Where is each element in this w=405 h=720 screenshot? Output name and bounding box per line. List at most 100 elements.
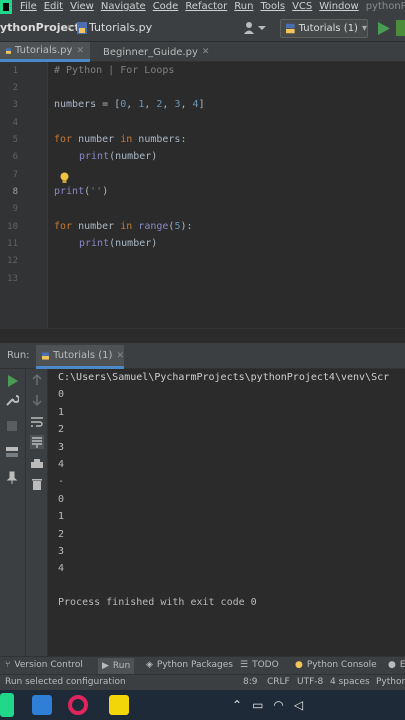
menu-code[interactable]: Code bbox=[153, 0, 179, 14]
line-number-gutter: 1 2 3 4 5 6 7 8 9 10 11 12 13 bbox=[0, 62, 48, 328]
menu-file[interactable]: File bbox=[20, 0, 37, 14]
tab-tutorials[interactable]: Tutorials.py ✕ bbox=[0, 42, 90, 62]
run-configuration-label: Tutorials (1) bbox=[298, 23, 358, 34]
volume-icon[interactable]: ◁ bbox=[294, 698, 303, 712]
scroll-to-end-icon[interactable] bbox=[30, 435, 44, 449]
navigation-toolbar: ythonProject4 › Tutorials.py Tutorials (… bbox=[0, 14, 405, 42]
code-number: 4 bbox=[192, 99, 199, 110]
run-panel: C:\Users\Samuel\PycharmProjects\pythonPr… bbox=[0, 369, 405, 656]
line-number: 2 bbox=[12, 83, 18, 93]
tool-label: Python Console bbox=[306, 660, 377, 670]
wifi-icon[interactable]: ◠ bbox=[273, 698, 283, 712]
tool-python-console[interactable]: ● Python Console bbox=[295, 660, 377, 670]
line-number: 10 bbox=[7, 222, 18, 232]
code-keyword: in bbox=[120, 221, 133, 232]
menu-navigate[interactable]: Navigate bbox=[101, 0, 146, 14]
play-icon: ▶ bbox=[102, 661, 109, 671]
interpreter[interactable]: Python bbox=[376, 677, 405, 687]
console-line: 3 bbox=[58, 442, 65, 453]
menu-refactor[interactable]: Refactor bbox=[185, 0, 227, 14]
run-configuration-select[interactable]: Tutorials (1) ▾ bbox=[280, 19, 368, 38]
wrench-icon[interactable] bbox=[5, 393, 19, 407]
layout-icon[interactable] bbox=[5, 445, 19, 459]
menu-vcs[interactable]: VCS bbox=[292, 0, 312, 14]
lightbulb-icon[interactable] bbox=[60, 172, 69, 184]
indent-setting[interactable]: 4 spaces bbox=[330, 677, 370, 687]
list-icon: ☰ bbox=[240, 660, 249, 670]
code-number: 3 bbox=[174, 99, 181, 110]
run-button[interactable] bbox=[378, 22, 390, 35]
menu-edit[interactable]: Edit bbox=[44, 0, 63, 14]
file-encoding[interactable]: UTF-8 bbox=[297, 677, 323, 687]
tool-python-packages[interactable]: ◈ Python Packages bbox=[146, 660, 233, 670]
close-icon[interactable]: ✕ bbox=[116, 351, 124, 361]
console-output[interactable]: C:\Users\Samuel\PycharmProjects\pythonPr… bbox=[58, 369, 405, 656]
pycharm-logo-icon bbox=[0, 0, 12, 14]
python-console-icon: ● bbox=[295, 660, 303, 670]
code-editor[interactable]: 1 2 3 4 5 6 7 8 9 10 11 12 13 # Python |… bbox=[0, 62, 405, 328]
menu-window[interactable]: Window bbox=[319, 0, 358, 14]
arrow-down-icon[interactable] bbox=[30, 393, 44, 407]
battery-icon[interactable]: ▭ bbox=[252, 698, 263, 712]
tool-version-control[interactable]: ⑂ Version Control bbox=[5, 660, 83, 670]
breadcrumb-project[interactable]: ythonProject4 bbox=[0, 21, 87, 34]
code-line-6: print(number) bbox=[79, 151, 157, 162]
line-number: 12 bbox=[7, 256, 18, 266]
line-separator[interactable]: CRLF bbox=[267, 677, 290, 687]
branch-icon: ⑂ bbox=[5, 660, 11, 670]
stop-icon[interactable] bbox=[5, 419, 19, 433]
pycharm-app-taskbar-icon[interactable] bbox=[109, 695, 129, 715]
chevron-up-icon[interactable]: ⌃ bbox=[232, 698, 242, 712]
code-builtin: print bbox=[79, 238, 110, 249]
breadcrumb-separator: › bbox=[67, 20, 72, 33]
photos-taskbar-icon[interactable] bbox=[32, 695, 52, 715]
line-number: 9 bbox=[12, 204, 18, 214]
code-line-8: print('') bbox=[54, 186, 108, 197]
tab-label: Tutorials.py bbox=[15, 45, 73, 56]
console-path: C:\Users\Samuel\PycharmProjects\pythonPr… bbox=[58, 372, 390, 383]
user-icon[interactable] bbox=[244, 22, 266, 34]
console-line: 2 bbox=[58, 529, 65, 540]
tool-todo[interactable]: ☰ TODO bbox=[240, 660, 279, 670]
tool-run[interactable]: ▶ Run bbox=[98, 658, 135, 674]
run-toolbar-primary bbox=[0, 369, 26, 656]
code-number: 1 bbox=[138, 99, 145, 110]
pin-icon[interactable] bbox=[5, 471, 19, 485]
code-token: ): bbox=[180, 221, 193, 232]
windows-taskbar: ⌃ ▭ ◠ ◁ bbox=[0, 690, 405, 720]
code-token: number bbox=[72, 134, 121, 145]
caret-position[interactable]: 8:9 bbox=[243, 677, 257, 687]
arrow-up-icon[interactable] bbox=[30, 373, 44, 387]
line-number: 3 bbox=[12, 100, 18, 110]
pycharm-taskbar-icon[interactable] bbox=[0, 693, 14, 717]
run-panel-header: Run: Tutorials (1) ✕ bbox=[0, 343, 405, 369]
tool-event-log[interactable]: ● E bbox=[388, 660, 405, 670]
python-config-icon bbox=[286, 23, 295, 34]
line-number: 5 bbox=[12, 135, 18, 145]
line-number: 6 bbox=[12, 152, 18, 162]
code-token: numbers = [ bbox=[54, 99, 121, 110]
breadcrumb-file[interactable]: Tutorials.py bbox=[89, 21, 152, 34]
tool-label: TODO bbox=[252, 660, 279, 670]
trash-icon[interactable] bbox=[30, 477, 44, 491]
run-tab[interactable]: Tutorials (1) ✕ bbox=[36, 345, 124, 369]
close-icon[interactable]: ✕ bbox=[76, 46, 84, 56]
menu-tools[interactable]: Tools bbox=[260, 0, 285, 14]
code-number: 2 bbox=[156, 99, 163, 110]
tab-beginner-guide[interactable]: Beginner_Guide.py ✕ bbox=[93, 42, 210, 62]
code-builtin: range bbox=[132, 221, 169, 232]
code-line-1: # Python | For Loops bbox=[54, 65, 175, 76]
recorder-taskbar-icon[interactable] bbox=[68, 695, 88, 715]
run-tab-label: Tutorials (1) bbox=[53, 350, 113, 361]
menu-view[interactable]: View bbox=[70, 0, 94, 14]
run-toolbar-secondary bbox=[26, 369, 48, 656]
menu-run[interactable]: Run bbox=[234, 0, 253, 14]
debug-button[interactable] bbox=[396, 20, 405, 36]
close-icon[interactable]: ✕ bbox=[202, 47, 210, 57]
print-icon[interactable] bbox=[30, 457, 44, 471]
soft-wrap-icon[interactable] bbox=[30, 415, 44, 429]
code-builtin: print bbox=[54, 186, 85, 197]
tool-label: E bbox=[399, 660, 405, 670]
rerun-icon[interactable] bbox=[5, 374, 19, 388]
panel-splitter[interactable] bbox=[0, 328, 405, 343]
